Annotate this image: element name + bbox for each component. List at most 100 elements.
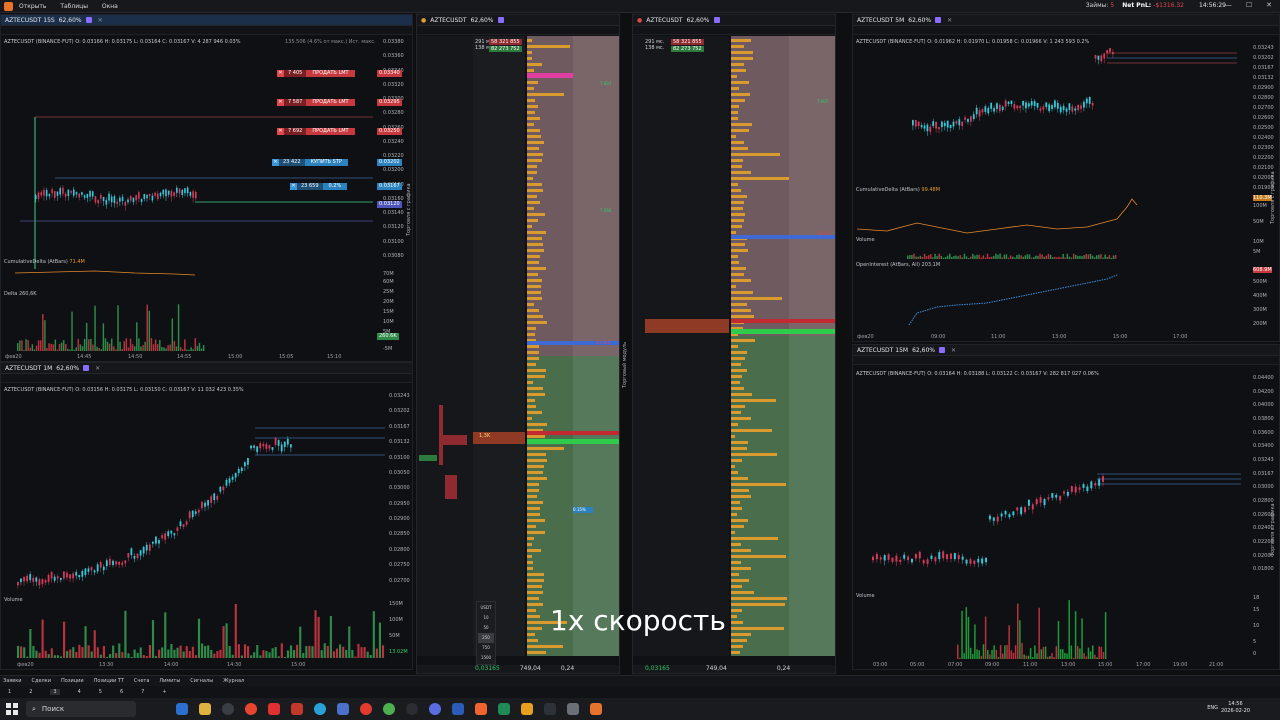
workspace-tab-7[interactable]: 7 [141,689,144,695]
close-window-button[interactable]: ✕ [1266,1,1272,9]
time-axis-1m[interactable]: фев20 13:30 14:00 14:30 15:00 [1,661,381,669]
size-50[interactable]: 50 [478,623,494,633]
volume-bar [527,99,536,102]
link-color-icon[interactable] [85,17,92,23]
tab-accounts[interactable]: Счета [134,678,150,684]
position-line[interactable]: ✕ 23 659 0.2% [290,183,348,190]
time-axis-15s[interactable]: фев20 14:45 14:50 14:55 15:00 15:05 15:1… [1,353,381,361]
time-axis-15m[interactable]: 03:00 05:00 07:00 09:00 11:00 13:00 15:0… [853,661,1243,669]
side-label-trade-15m[interactable]: Торговля с графика [1270,503,1276,556]
taskbar-search[interactable]: ⌕ Поиск [26,701,136,717]
menu-open[interactable]: Открыть [19,3,46,10]
minimize-button[interactable]: — [1225,1,1232,9]
workspace-tab-6[interactable]: 6 [120,689,123,695]
dom-toolbar[interactable] [417,26,619,35]
link-color-icon[interactable] [713,17,720,23]
menu-windows[interactable]: Окна [102,3,118,10]
size-1500[interactable]: 1500 [478,653,494,663]
chart-toolbar[interactable] [1,374,412,383]
candles-1m[interactable] [15,393,385,598]
panel-title-bar[interactable]: AZTECUSDT 1M 62,60% ✕ [1,363,412,374]
taskbar-clock[interactable]: 14:56 2026-02-20 [1221,701,1250,715]
volume-bar [731,273,745,276]
panel-title-bar[interactable]: ● AZTECUSDT 62,60% [417,15,619,26]
app-icon-red[interactable] [291,703,303,715]
tab-orders[interactable]: Заявки [3,678,22,684]
close-icon[interactable]: ✕ [947,17,952,24]
telegram-icon[interactable] [314,703,326,715]
add-workspace-button[interactable]: + [162,689,166,695]
excel-icon[interactable] [498,703,510,715]
yandex-browser-icon[interactable] [245,703,257,715]
volume-bar [731,201,744,204]
opera-icon[interactable] [360,703,372,715]
app-icon-dark[interactable] [544,703,556,715]
start-icon[interactable] [6,703,18,715]
tab-journal[interactable]: Журнал [223,678,244,684]
workspace-tab-3[interactable]: 3 [50,689,60,695]
chart-toolbar[interactable] [853,356,1279,365]
chart-panel-1m[interactable]: AZTECUSDT 1M 62,60% ✕ AZTECUSDT (BINANCE… [0,362,413,670]
dom-panel-1[interactable]: ● AZTECUSDT 62,60% 291 мс. 138 мс. 58 321… [416,14,620,674]
workspace-tab-4[interactable]: 4 [78,689,81,695]
panel-title-bar[interactable]: AZTECUSDT 5M 62,60% ✕ [853,15,1279,26]
language-indicator[interactable]: ENG [1207,705,1218,711]
panel-title-bar[interactable]: AZTECUSDT 15M 62,60% ✕ [853,345,1279,356]
close-icon[interactable]: ✕ [98,17,103,24]
link-color-icon[interactable] [497,17,504,23]
size-250[interactable]: 250 [478,633,494,643]
dom-panel-2[interactable]: ● AZTECUSDT 62,60% 291 мс. 138 мс. 58 321… [632,14,836,674]
app-icon-blue[interactable] [337,703,349,715]
chrome-icon[interactable] [383,703,395,715]
app-icon-gray[interactable] [567,703,579,715]
order-buy-stop[interactable]: ✕ 23 422 КУПИТЬ STP [272,159,348,166]
side-label-trade-5m[interactable]: Торговля с графика [1270,171,1276,224]
chart-toolbar[interactable] [1,26,412,35]
close-icon[interactable]: ✕ [95,365,100,372]
link-color-icon[interactable] [938,347,945,353]
side-label-trade[interactable]: Торговля с графика [406,183,412,236]
tab-positions[interactable]: Позиции [61,678,84,684]
order-sell-3[interactable]: ✕ 7 692 ПРОДАТЬ LMT [277,128,355,135]
chart-panel-15s[interactable]: AZTECUSDT 15S 62,60% ✕ AZTECUSDT (BINANC… [0,14,413,362]
link-color-icon[interactable] [935,17,942,23]
files-icon[interactable] [176,703,188,715]
order-sell-2[interactable]: ✕ 7 587 ПРОДАТЬ LMT [277,99,355,106]
close-icon[interactable]: ✕ [951,347,956,354]
tab-trades[interactable]: Сделки [32,678,52,684]
size-750[interactable]: 750 [478,643,494,653]
folder-icon[interactable] [199,703,211,715]
size-10[interactable]: 10 [478,613,494,623]
maximize-button[interactable]: ☐ [1246,1,1252,9]
side-label-module[interactable]: Торговый модуль [622,342,628,388]
workspace-tab-5[interactable]: 5 [99,689,102,695]
yandex-icon[interactable] [268,703,280,715]
tab-signals[interactable]: Сигналы [190,678,213,684]
app-icon-at[interactable] [406,703,418,715]
vlc-icon[interactable] [521,703,533,715]
app-icon-orange[interactable] [475,703,487,715]
chart-panel-5m[interactable]: AZTECUSDT 5M 62,60% ✕ AZTECUSDT (BINANCE… [852,14,1280,342]
usdt-size-selector[interactable]: USDT 10 50 250 750 1500 [476,601,496,665]
candles-15s[interactable] [15,47,380,269]
chart-toolbar[interactable] [853,26,1279,35]
discord-icon[interactable] [429,703,441,715]
clock-app-icon[interactable] [222,703,234,715]
time-axis-5m[interactable]: фев20 09:00 11:00 13:00 15:00 17:00 [853,333,1243,341]
dom-toolbar[interactable] [633,26,835,35]
panel-title-bar[interactable]: ● AZTECUSDT 62,60% [633,15,835,26]
chart-panel-15m[interactable]: AZTECUSDT 15M 62,60% ✕ AZTECUSDT (BINANC… [852,344,1280,670]
tab-limits[interactable]: Лимиты [159,678,180,684]
panel-title-bar[interactable]: AZTECUSDT 15S 62,60% ✕ [1,15,412,26]
trading-app-icon[interactable] [590,703,602,715]
workspace-tab-1[interactable]: 1 [8,689,11,695]
link-color-icon[interactable] [83,365,90,371]
order-sell-1[interactable]: ✕ 7 405 ПРОДАТЬ LMT [277,70,355,77]
tab-positions-tt[interactable]: Позиции TT [94,678,124,684]
menu-tables[interactable]: Таблицы [60,3,88,10]
candles-5m[interactable] [857,45,1237,185]
price-axis-1m[interactable]: 0.03243 0.03202 0.03167 0.03132 0.03100 0.030… [387,393,412,598]
word-icon[interactable] [452,703,464,715]
candles-15m[interactable] [857,375,1241,585]
workspace-tab-2[interactable]: 2 [29,689,32,695]
